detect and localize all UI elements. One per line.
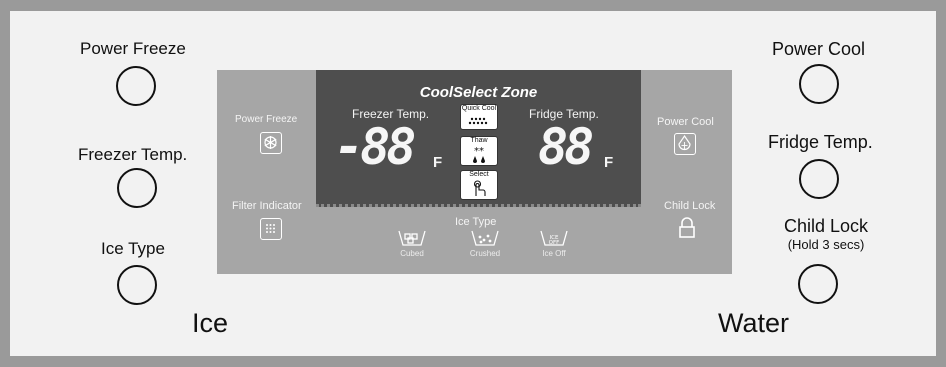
- thaw-label: Thaw: [470, 137, 488, 144]
- svg-text:**: **: [474, 146, 484, 157]
- water-section-label: Water: [718, 308, 790, 338]
- ice-type-button[interactable]: [117, 265, 157, 305]
- freezer-temp-readout: -88: [334, 118, 416, 176]
- select-button[interactable]: Select: [460, 170, 498, 200]
- hold-3-secs-label: (Hold 3 secs): [787, 237, 865, 252]
- quick-cool-button[interactable]: Quick Cool: [460, 104, 498, 130]
- control-panel: Power Freeze Freezer Temp. Ice Type Ice …: [10, 11, 936, 356]
- quick-cool-label: Quick Cool: [461, 105, 497, 112]
- child-lock-button[interactable]: [798, 264, 838, 304]
- child-lock-indicator-label: Child Lock: [664, 200, 716, 212]
- svg-text:OFF: OFF: [549, 240, 560, 246]
- ice-section-label: Ice: [192, 308, 229, 338]
- ice-type-label: Ice Type: [101, 239, 165, 258]
- filter-icon: [260, 218, 282, 240]
- fridge-temp-button[interactable]: [799, 159, 839, 199]
- power-cool-indicator-label: Power Cool: [657, 116, 714, 128]
- fridge-temp-label: Fridge Temp.: [768, 132, 873, 152]
- thaw-icon: **: [473, 146, 485, 163]
- fridge-unit: F: [604, 154, 614, 171]
- thaw-button[interactable]: Thaw **: [460, 136, 498, 166]
- cubed-label: Cubed: [400, 249, 424, 258]
- coolselect-zone-title: CoolSelect Zone: [419, 84, 538, 101]
- cool-drop-icon: [674, 133, 696, 155]
- ice-off-label: Ice Off: [542, 249, 566, 258]
- freezer-temp-button[interactable]: [117, 168, 157, 208]
- fridge-temp-readout: 88: [538, 118, 594, 176]
- power-freeze-button[interactable]: [116, 66, 156, 106]
- coolselect-lcd: CoolSelect Zone Freezer Temp. Fridge Tem…: [316, 70, 641, 207]
- power-cool-label: Power Cool: [772, 39, 866, 59]
- crushed-label: Crushed: [469, 249, 501, 258]
- select-label: Select: [469, 171, 489, 178]
- quick-cool-icon: [468, 117, 488, 125]
- filter-indicator-label: Filter Indicator: [232, 200, 302, 212]
- power-cool-button[interactable]: [799, 64, 839, 104]
- freezer-temp-label: Freezer Temp.: [78, 145, 188, 164]
- snowflake-icon: [260, 132, 282, 154]
- power-freeze-label: Power Freeze: [80, 39, 186, 58]
- freezer-unit: F: [433, 154, 443, 171]
- child-lock-label: Child Lock: [783, 216, 869, 236]
- hand-pointer-icon: [473, 180, 486, 196]
- child-lock-label-group: Child Lock (Hold 3 secs): [766, 216, 886, 252]
- lock-icon: [677, 217, 697, 244]
- ice-type-indicator-label: Ice Type: [455, 216, 497, 228]
- power-freeze-indicator-label: Power Freeze: [235, 114, 298, 125]
